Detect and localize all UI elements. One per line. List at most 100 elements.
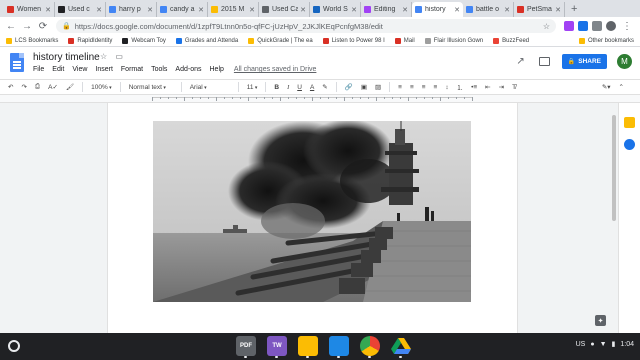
bookmark-item[interactable]: RapidIdentity	[68, 37, 112, 44]
menu-item[interactable]: Add-ons	[175, 66, 201, 73]
close-icon[interactable]: ✕	[45, 6, 51, 14]
explore-button[interactable]: ✦	[595, 315, 606, 326]
bookmark-star-icon[interactable]: ☆	[543, 22, 550, 31]
browser-tab[interactable]: World S ✕	[310, 2, 361, 17]
keep-icon[interactable]	[624, 117, 635, 128]
shelf-app-icon[interactable]	[329, 336, 349, 358]
tasks-icon[interactable]	[624, 139, 635, 150]
bulleted-list-icon[interactable]: •≡	[471, 84, 477, 91]
bold-button[interactable]: B	[274, 84, 279, 91]
increase-indent-icon[interactable]: ⇥	[499, 83, 504, 91]
menu-item[interactable]: View	[72, 66, 87, 73]
forward-icon[interactable]: →	[20, 19, 34, 33]
bookmark-item[interactable]: Mail	[394, 37, 415, 44]
print-icon[interactable]: ⎙	[35, 83, 40, 91]
bookmark-item[interactable]: QuickGrade | The ea	[248, 37, 313, 44]
browser-tab[interactable]: candy a ✕	[157, 2, 208, 17]
other-bookmarks[interactable]: Other bookmarks	[578, 37, 634, 44]
close-icon[interactable]: ✕	[454, 6, 460, 14]
shelf-app-icon[interactable]	[391, 336, 411, 358]
editing-mode-icon[interactable]: ✎▾	[602, 83, 611, 91]
folder-icon[interactable]: ▭	[115, 52, 123, 61]
italic-button[interactable]: I	[287, 84, 289, 91]
new-tab-button[interactable]: +	[565, 2, 583, 17]
underline-button[interactable]: U	[297, 84, 302, 91]
reload-icon[interactable]: ⟳	[36, 19, 50, 33]
spellcheck-icon[interactable]: A✓	[48, 83, 58, 91]
back-icon[interactable]: ←	[4, 19, 18, 33]
menu-item[interactable]: Format	[121, 66, 143, 73]
close-icon[interactable]: ✕	[351, 6, 357, 14]
browser-tab[interactable]: 2015 M ✕	[208, 2, 259, 17]
menu-item[interactable]: File	[33, 66, 44, 73]
font-select[interactable]: Arial	[190, 84, 230, 91]
menu-item[interactable]: Insert	[95, 66, 113, 73]
browser-tab[interactable]: battle o ✕	[463, 2, 514, 17]
bookmark-item[interactable]: Webcam Toy	[122, 37, 166, 44]
browser-tab[interactable]: harry p ✕	[106, 2, 157, 17]
menu-item[interactable]: Edit	[52, 66, 64, 73]
close-icon[interactable]: ✕	[96, 6, 102, 14]
font-size-select[interactable]: 11	[247, 84, 258, 91]
comment-add-icon[interactable]: ▣	[361, 83, 367, 91]
menu-item[interactable]: Tools	[151, 66, 167, 73]
line-spacing-icon[interactable]: ↕	[445, 84, 448, 91]
shelf-app-icon[interactable]	[298, 336, 318, 358]
share-button[interactable]: 🔒 SHARE	[561, 54, 607, 69]
close-icon[interactable]: ✕	[198, 6, 204, 14]
battleship-photo[interactable]	[153, 121, 471, 302]
zoom-select[interactable]: 100%	[91, 84, 112, 91]
close-icon[interactable]: ✕	[402, 6, 408, 14]
browser-tab[interactable]: Editing ✕	[361, 2, 412, 17]
status-tray[interactable]: US ● ▼ ▮ 1:04	[571, 340, 634, 349]
numbered-list-icon[interactable]: ⒈	[457, 82, 464, 92]
browser-tab[interactable]: Women ✕	[4, 2, 55, 17]
avatar[interactable]: M	[617, 54, 632, 69]
decrease-indent-icon[interactable]: ⇤	[485, 83, 490, 91]
redo-icon[interactable]: ↷	[21, 83, 26, 91]
scrollbar-thumb[interactable]	[612, 115, 616, 221]
document-page[interactable]	[107, 103, 518, 333]
launcher-icon[interactable]	[8, 340, 20, 352]
align-justify-icon[interactable]: ≡	[434, 84, 438, 91]
style-select[interactable]: Normal text	[129, 84, 173, 91]
star-icon[interactable]: ☆	[100, 52, 107, 61]
bookmark-item[interactable]: Listen to Power 98 I	[322, 37, 385, 44]
comments-icon[interactable]	[538, 57, 550, 66]
shelf-app-icon[interactable]	[360, 336, 380, 358]
close-icon[interactable]: ✕	[249, 6, 255, 14]
paint-format-icon[interactable]: 🖌	[66, 83, 74, 91]
menu-item[interactable]: Help	[210, 66, 224, 73]
bookmark-item[interactable]: LCS Bookmarks	[6, 37, 58, 44]
close-icon[interactable]: ✕	[147, 6, 153, 14]
align-left-icon[interactable]: ≡	[398, 84, 402, 91]
browser-tab[interactable]: PetSma ✕	[514, 2, 565, 17]
extension-icon-3[interactable]	[592, 21, 602, 31]
address-bar[interactable]: 🔒 https://docs.google.com/document/d/1zp…	[56, 19, 556, 33]
close-icon[interactable]: ✕	[504, 6, 510, 14]
save-status[interactable]: All changes saved in Drive	[234, 66, 317, 73]
browser-tab[interactable]: Used Ca ✕	[259, 2, 310, 17]
close-icon[interactable]: ✕	[555, 6, 561, 14]
link-icon[interactable]: 🔗	[345, 83, 353, 91]
align-center-icon[interactable]: ≡	[410, 84, 414, 91]
browser-tab[interactable]: history ✕	[412, 2, 463, 17]
activity-trend-icon[interactable]: ↗	[516, 56, 524, 67]
collapse-icon[interactable]: ⌃	[619, 83, 624, 91]
extension-icon-1[interactable]	[564, 21, 574, 31]
bookmark-item[interactable]: Grades and Attenda	[175, 37, 238, 44]
menu-kebab-icon[interactable]: ⋮	[620, 19, 634, 33]
image-icon[interactable]: ▨	[375, 83, 381, 91]
bookmark-item[interactable]: BuzzFeed	[493, 37, 529, 44]
docs-logo-icon[interactable]	[10, 53, 24, 72]
highlight-icon[interactable]: ✎	[322, 83, 327, 91]
document-title[interactable]: history timeline	[33, 52, 100, 63]
bookmark-item[interactable]: Flair Illusion Gown	[424, 37, 483, 44]
clear-format-icon[interactable]: T̸	[512, 84, 516, 91]
shelf-app-icon[interactable]: PDF	[236, 336, 256, 358]
profile-icon[interactable]	[606, 21, 616, 31]
align-right-icon[interactable]: ≡	[422, 84, 426, 91]
shelf-app-icon[interactable]: TW	[267, 336, 287, 358]
extension-icon-2[interactable]	[578, 21, 588, 31]
text-color-button[interactable]: A	[310, 84, 314, 91]
